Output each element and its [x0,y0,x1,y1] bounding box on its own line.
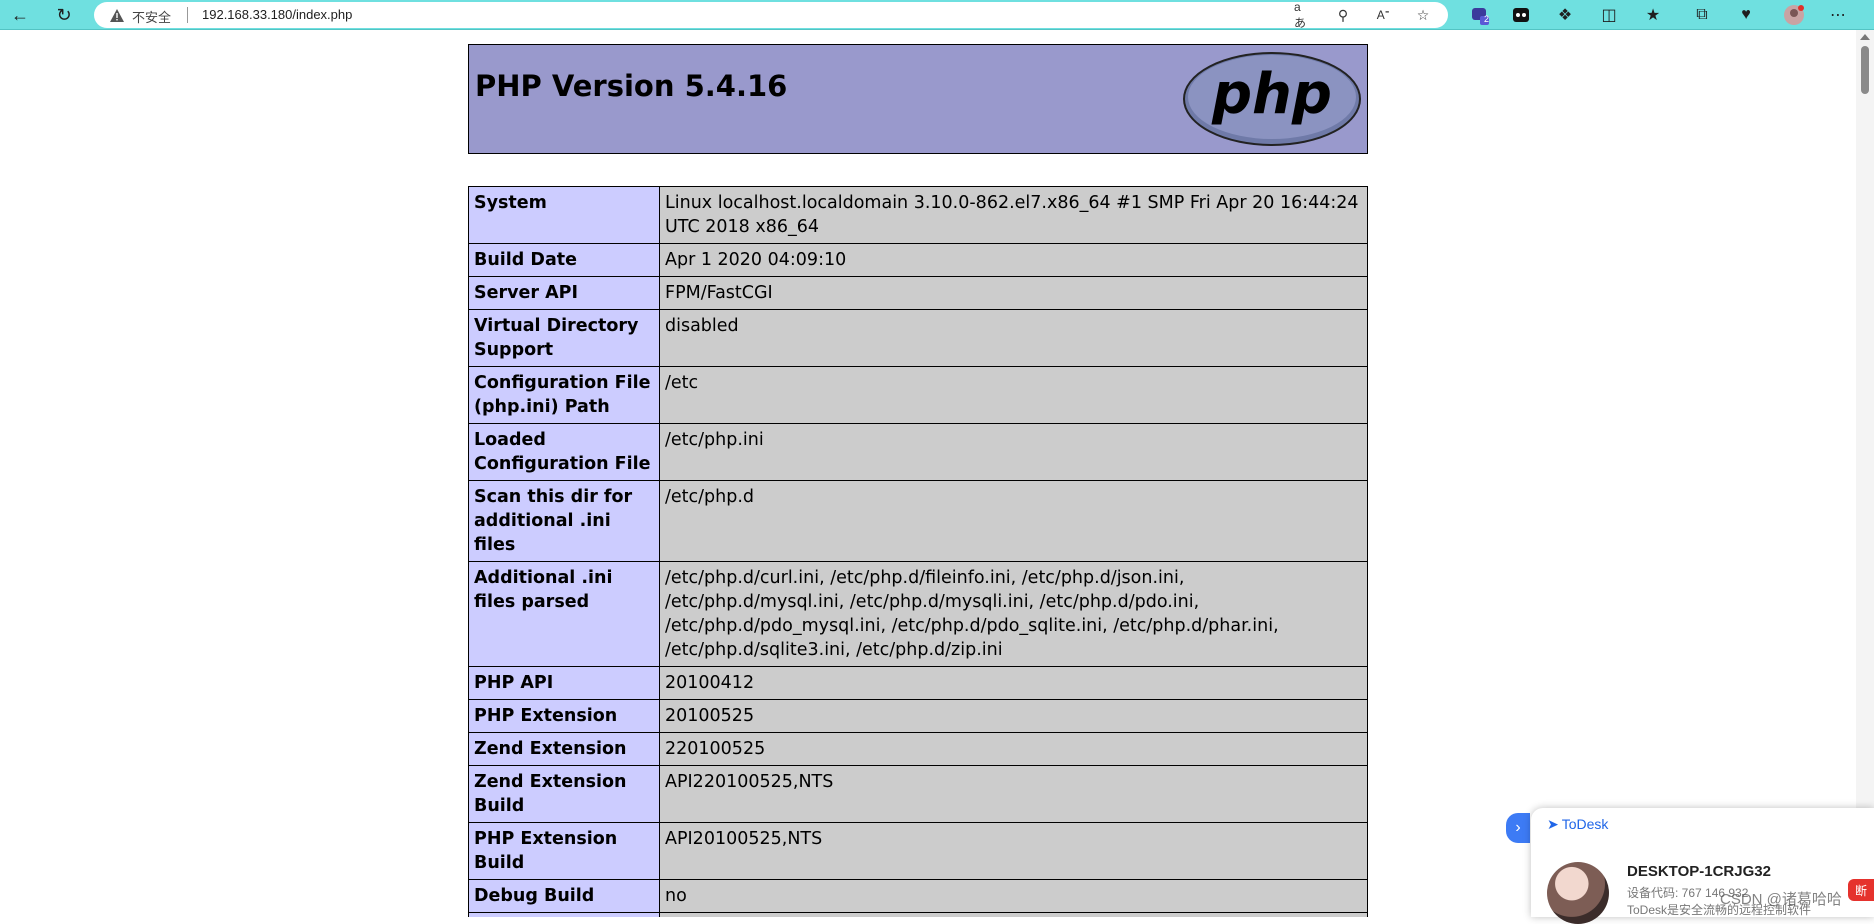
read-aloud-icon[interactable]: aあ [1294,0,1312,30]
row-value: 20100525 [659,699,1368,733]
row-value: no [659,879,1368,913]
phpinfo-header: PHP Version 5.4.16 php [468,44,1368,154]
csdn-watermark: CSDN @诸葛哈哈 [1720,891,1842,908]
row-key: Configuration File (php.ini) Path [468,366,660,424]
warning-icon [108,6,126,24]
table-row: PHP API 20100412 [468,666,1368,700]
row-key: Build Date [468,243,660,277]
row-key: PHP Extension Build [468,822,660,880]
row-value: 20100412 [659,666,1368,700]
translate-icon[interactable]: A־ [1374,6,1392,24]
row-key: Loaded Configuration File [468,423,660,481]
row-value: disabled [659,309,1368,367]
table-row: Scan this dir for additional .ini files /… [468,480,1368,562]
table-row: Virtual Directory Support disabled [468,309,1368,367]
split-screen-icon[interactable]: ◫ [1597,3,1621,27]
row-key: PHP Extension [468,699,660,733]
phpinfo-table: System Linux localhost.localdomain 3.10.0… [468,186,1368,917]
back-icon[interactable]: ← [8,3,32,27]
row-value: /etc/php.d/curl.ini, /etc/php.d/fileinfo… [659,561,1368,667]
collections-icon[interactable]: ⧉ [1690,3,1714,27]
scroll-thumb[interactable] [1861,46,1869,94]
table-row: Thread Safetydisabled [468,912,1368,917]
table-row: Additional .ini files parsed/etc/php.d/c… [468,561,1368,667]
extension-icon[interactable]: ❖ [1553,3,1577,27]
url-text[interactable]: 192.168.33.180/index.php [202,7,352,22]
row-key: PHP API [468,666,660,700]
zoom-icon[interactable]: ⚲ [1334,6,1352,24]
browser-toolbar: ← ↻ 不安全 192.168.33.180/index.php aあ ⚲ A־… [0,0,1874,30]
scroll-up-arrow-icon[interactable] [1860,34,1870,40]
todesk-device-name: DESKTOP-1CRJG32 [1627,863,1771,880]
favorites-icon[interactable]: ★ [1641,3,1665,27]
page-viewport: PHP Version 5.4.16 php System Linux local… [0,30,1856,917]
php-logo-icon: php [1183,52,1361,146]
table-row: Loaded Configuration File/etc/php.ini [468,423,1368,481]
row-value: disabled [659,912,1368,917]
table-row: Zend Extension Build API220100525,NTS [468,765,1368,823]
table-row: Server API FPM/FastCGI [468,276,1368,310]
performance-icon[interactable]: ♥ [1734,3,1758,27]
todesk-collapse-button[interactable]: › [1506,813,1530,843]
table-row: Debug Build no [468,879,1368,913]
address-bar[interactable]: 不安全 192.168.33.180/index.php aあ ⚲ A־ ☆ [94,0,1448,30]
php-logo-text: php [1211,62,1332,127]
page-title: PHP Version 5.4.16 [475,69,788,103]
profile-icon[interactable] [1782,3,1806,27]
row-value: FPM/FastCGI [659,276,1368,310]
row-value: Apr 1 2020 04:09:10 [659,243,1368,277]
row-key: Debug Build [468,879,660,913]
row-key: Scan this dir for additional .ini files [468,480,660,562]
favorite-star-icon[interactable]: ☆ [1414,6,1432,24]
row-key: System [468,186,660,244]
todesk-disconnect-button[interactable]: 断 [1848,879,1874,901]
todesk-brand-label: ToDesk [1561,816,1609,832]
avatar [1547,862,1609,924]
table-row: Configuration File (php.ini) Path/etc [468,366,1368,424]
vertical-scrollbar[interactable] [1856,30,1874,917]
table-row: PHP Extension 20100525 [468,699,1368,733]
row-key: Zend Extension [468,732,660,766]
row-key: Virtual Directory Support [468,309,660,367]
row-value: API220100525,NTS [659,765,1368,823]
row-value: 220100525 [659,732,1368,766]
more-icon[interactable]: ⋯ [1826,3,1850,27]
row-key: Thread Safety [468,912,660,917]
row-key: Server API [468,276,660,310]
todesk-brand: ➤ ToDesk [1547,816,1608,833]
row-value: Linux localhost.localdomain 3.10.0-862.e… [659,186,1368,244]
table-row: Zend Extension 220100525 [468,732,1368,766]
extension-badge-count: 2 [1484,14,1490,24]
extension-badge-icon[interactable]: 2 [1468,3,1492,27]
row-value: /etc [659,366,1368,424]
row-key: Additional .ini files parsed [468,561,660,667]
row-value: API20100525,NTS [659,822,1368,880]
table-row: PHP Extension Build API20100525,NTS [468,822,1368,880]
todesk-logo-icon: ➤ [1547,816,1559,832]
refresh-icon[interactable]: ↻ [52,3,76,27]
address-divider [187,7,188,23]
row-key: Zend Extension Build [468,765,660,823]
security-label[interactable]: 不安全 [132,7,171,26]
row-value: /etc/php.d [659,480,1368,562]
screen-cast-icon[interactable] [1509,3,1533,27]
table-row: System Linux localhost.localdomain 3.10.0… [468,186,1368,244]
table-row: Build Date Apr 1 2020 04:09:10 [468,243,1368,277]
row-value: /etc/php.ini [659,423,1368,481]
